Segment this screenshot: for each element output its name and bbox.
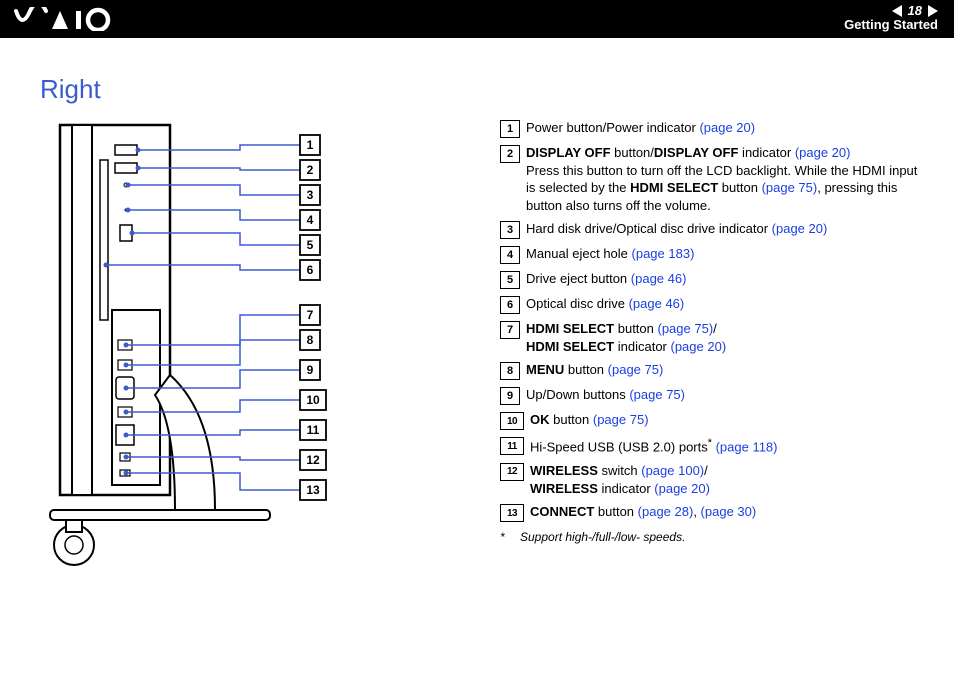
footnote: *Support high-/full-/low- speeds. xyxy=(500,530,924,544)
legend-list: 1 Power button/Power indicator (page 20) 2… xyxy=(500,115,924,544)
legend-desc-3: Hard disk drive/Optical disc drive indic… xyxy=(526,220,924,238)
page-link[interactable]: (page 75) xyxy=(593,412,649,427)
page-link[interactable]: (page 100) xyxy=(641,463,704,478)
diagram-callout-11: 11 xyxy=(307,423,320,437)
legend-item-1: 1 Power button/Power indicator (page 20) xyxy=(500,119,924,138)
legend-num-13: 13 xyxy=(500,504,524,522)
legend-num-8: 8 xyxy=(500,362,520,380)
legend-desc-5: Drive eject button (page 46) xyxy=(526,270,924,288)
legend-item-13: 13 CONNECT button (page 28), (page 30) xyxy=(500,503,924,522)
diagram-callout-3: 3 xyxy=(307,188,314,202)
legend-num-1: 1 xyxy=(500,120,520,138)
legend-item-7: 7 HDMI SELECT button (page 75)/HDMI SELEC… xyxy=(500,320,924,355)
legend-item-5: 5 Drive eject button (page 46) xyxy=(500,270,924,289)
legend-item-10: 10 OK button (page 75) xyxy=(500,411,924,430)
legend-item-11: 11 Hi-Speed USB (USB 2.0) ports* (page 11… xyxy=(500,436,924,456)
legend-desc-10: OK button (page 75) xyxy=(530,411,924,429)
footnote-mark: * xyxy=(500,530,520,544)
legend-item-12: 12 WIRELESS switch (page 100)/WIRELESS in… xyxy=(500,462,924,497)
legend-num-6: 6 xyxy=(500,296,520,314)
page-link[interactable]: (page 46) xyxy=(629,296,685,311)
legend-desc-7: HDMI SELECT button (page 75)/HDMI SELECT… xyxy=(526,320,924,355)
legend-desc-8: MENU button (page 75) xyxy=(526,361,924,379)
diagram-callout-6: 6 xyxy=(307,263,314,277)
legend-desc-1: Power button/Power indicator (page 20) xyxy=(526,119,924,137)
device-diagram: 12345678910111213 xyxy=(40,115,470,578)
legend-desc-4: Manual eject hole (page 183) xyxy=(526,245,924,263)
legend-desc-2: DISPLAY OFF button/DISPLAY OFF indicator… xyxy=(526,144,924,214)
legend-num-5: 5 xyxy=(500,271,520,289)
page-nav: 18 Getting Started xyxy=(844,4,938,33)
legend-item-9: 9 Up/Down buttons (page 75) xyxy=(500,386,924,405)
legend-item-2: 2 DISPLAY OFF button/DISPLAY OFF indicato… xyxy=(500,144,924,214)
page-link[interactable]: (page 75) xyxy=(608,362,664,377)
legend-num-11: 11 xyxy=(500,437,524,455)
diagram-callout-2: 2 xyxy=(307,163,314,177)
legend-num-4: 4 xyxy=(500,246,520,264)
legend-item-4: 4 Manual eject hole (page 183) xyxy=(500,245,924,264)
page-link[interactable]: (page 30) xyxy=(701,504,757,519)
legend-num-3: 3 xyxy=(500,221,520,239)
legend-item-6: 6 Optical disc drive (page 46) xyxy=(500,295,924,314)
legend-num-7: 7 xyxy=(500,321,520,339)
legend-desc-12: WIRELESS switch (page 100)/WIRELESS indi… xyxy=(530,462,924,497)
legend-num-2: 2 xyxy=(500,145,520,163)
header-bar: 18 Getting Started xyxy=(0,0,954,38)
diagram-callout-8: 8 xyxy=(307,333,314,347)
page-link[interactable]: (page 20) xyxy=(795,145,851,160)
page-link[interactable]: (page 20) xyxy=(699,120,755,135)
page-content: Right xyxy=(0,38,954,598)
footnote-text: Support high-/full-/low- speeds. xyxy=(520,530,685,544)
legend-desc-6: Optical disc drive (page 46) xyxy=(526,295,924,313)
section-name: Getting Started xyxy=(844,18,938,32)
page-link[interactable]: (page 75) xyxy=(629,387,685,402)
diagram-callout-12: 12 xyxy=(306,453,320,467)
page-link[interactable]: (page 183) xyxy=(632,246,695,261)
next-page-icon[interactable] xyxy=(928,5,938,17)
diagram-callout-5: 5 xyxy=(307,238,314,252)
diagram-callout-9: 9 xyxy=(307,363,314,377)
vaio-logo-svg xyxy=(14,7,124,31)
page-link[interactable]: (page 28) xyxy=(638,504,694,519)
legend-num-10: 10 xyxy=(500,412,524,430)
page-link[interactable]: (page 75) xyxy=(762,180,818,195)
legend-desc-13: CONNECT button (page 28), (page 30) xyxy=(530,503,924,521)
legend-item-3: 3 Hard disk drive/Optical disc drive indi… xyxy=(500,220,924,239)
page-link[interactable]: (page 118) xyxy=(716,440,778,455)
page-number: 18 xyxy=(908,4,922,18)
page-title: Right xyxy=(40,74,924,105)
page-link[interactable]: (page 46) xyxy=(631,271,687,286)
page-link[interactable]: (page 20) xyxy=(671,339,727,354)
legend-item-8: 8 MENU button (page 75) xyxy=(500,361,924,380)
diagram-callout-1: 1 xyxy=(307,138,314,152)
legend-desc-11: Hi-Speed USB (USB 2.0) ports* (page 118) xyxy=(530,436,924,456)
page-link[interactable]: (page 20) xyxy=(772,221,828,236)
prev-page-icon[interactable] xyxy=(892,5,902,17)
vaio-logo xyxy=(14,7,124,34)
diagram-callout-10: 10 xyxy=(306,393,320,407)
diagram-callout-4: 4 xyxy=(307,213,314,227)
page-link[interactable]: (page 75) xyxy=(658,321,714,336)
diagram-callout-7: 7 xyxy=(307,308,314,322)
legend-num-9: 9 xyxy=(500,387,520,405)
legend-num-12: 12 xyxy=(500,463,524,481)
diagram-svg: 12345678910111213 xyxy=(40,115,470,575)
legend-desc-9: Up/Down buttons (page 75) xyxy=(526,386,924,404)
diagram-callout-13: 13 xyxy=(306,483,320,497)
page-link[interactable]: (page 20) xyxy=(654,481,710,496)
